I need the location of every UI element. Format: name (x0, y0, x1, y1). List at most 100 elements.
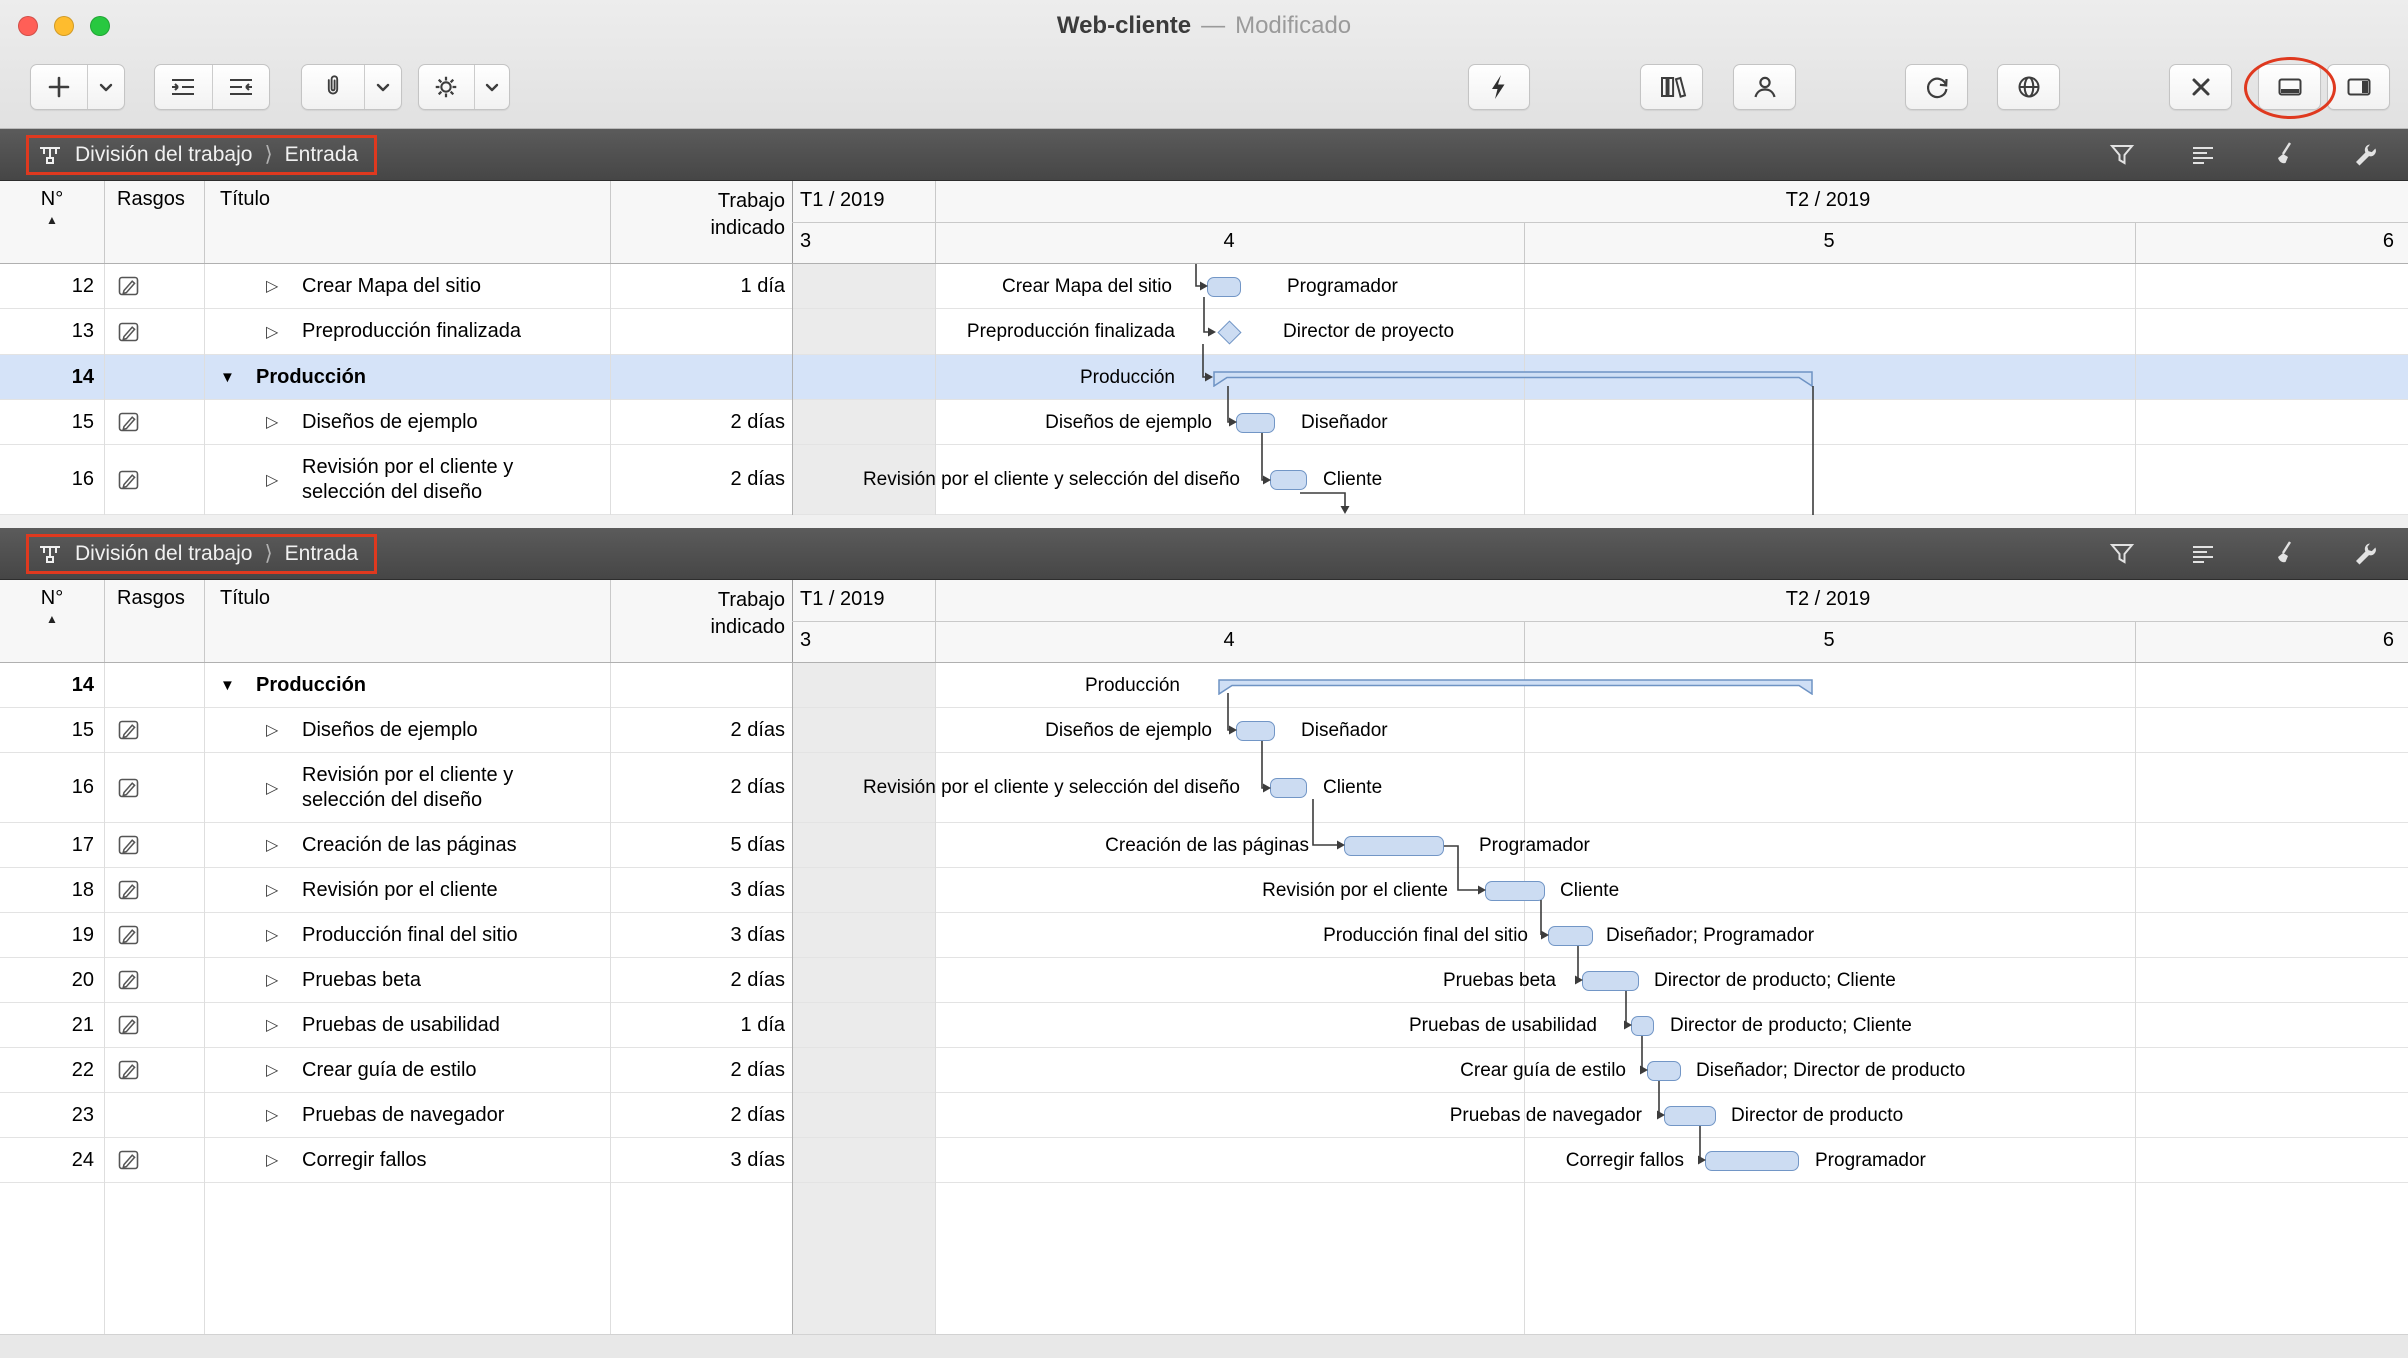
gantt-summary-bar[interactable] (1213, 371, 1813, 387)
row-notes-cell[interactable] (104, 913, 204, 957)
row-title-cell[interactable]: ▼Producción (204, 663, 610, 707)
task-row-23[interactable]: 23▷Pruebas de navegador2 díasPruebas de … (0, 1093, 2408, 1138)
gantt-bar[interactable] (1705, 1151, 1799, 1171)
row-title-cell[interactable]: ▷Revisión por el cliente (204, 868, 610, 912)
task-row-15[interactable]: 15▷Diseños de ejemplo2 díasDiseños de ej… (0, 400, 2408, 445)
row-title-cell[interactable]: ▼Producción (204, 355, 610, 399)
style-brush-button[interactable] (2267, 138, 2301, 172)
outdent-button[interactable] (212, 65, 269, 109)
task-row-15[interactable]: 15▷Diseños de ejemplo2 díasDiseños de ej… (0, 708, 2408, 753)
actions-menu-button[interactable] (474, 65, 509, 109)
gantt-bar[interactable] (1236, 413, 1275, 433)
row-title-cell[interactable]: ▷Corregir fallos (204, 1138, 610, 1182)
gantt-bar[interactable] (1485, 881, 1545, 901)
row-title-cell[interactable]: ▷Revisión por el cliente y selección del… (204, 445, 610, 514)
task-row-20[interactable]: 20▷Pruebas beta2 díasPruebas betaDirecto… (0, 958, 2408, 1003)
disclosure-collapsed-icon[interactable]: ▷ (266, 1105, 302, 1125)
row-notes-cell[interactable] (104, 663, 204, 707)
add-task-menu-button[interactable] (87, 65, 124, 109)
disclosure-collapsed-icon[interactable]: ▷ (266, 322, 302, 342)
row-title-cell[interactable]: ▷Producción final del sitio (204, 913, 610, 957)
column-header-num[interactable]: N° ▲ (0, 580, 104, 662)
breadcrumb-item[interactable]: Entrada (285, 542, 359, 566)
sync-button[interactable] (1905, 64, 1968, 110)
row-notes-cell[interactable] (104, 868, 204, 912)
filter-button[interactable] (2105, 537, 2139, 571)
gantt-bar[interactable] (1236, 721, 1275, 741)
disclosure-collapsed-icon[interactable]: ▷ (266, 778, 302, 798)
view-options-button[interactable] (2258, 64, 2321, 110)
row-notes-cell[interactable] (104, 445, 204, 514)
gantt-summary-bar[interactable] (1218, 679, 1813, 695)
filter-button[interactable] (2105, 138, 2139, 172)
row-title-cell[interactable]: ▷Pruebas de navegador (204, 1093, 610, 1137)
task-row-12[interactable]: 12▷Crear Mapa del sitio1 díaCrear Mapa d… (0, 264, 2408, 309)
row-title-cell[interactable]: ▷Crear guía de estilo (204, 1048, 610, 1092)
gantt-milestone-diamond[interactable] (1217, 320, 1241, 344)
disclosure-collapsed-icon[interactable]: ▷ (266, 470, 302, 490)
row-title-cell[interactable]: ▷Creación de las páginas (204, 823, 610, 867)
library-button[interactable] (1640, 64, 1703, 110)
disclosure-collapsed-icon[interactable]: ▷ (266, 1060, 302, 1080)
gantt-bar[interactable] (1207, 277, 1241, 297)
row-title-cell[interactable]: ▷Diseños de ejemplo (204, 400, 610, 444)
gantt-bar[interactable] (1664, 1106, 1716, 1126)
row-title-cell[interactable]: ▷Diseños de ejemplo (204, 708, 610, 752)
row-title-cell[interactable]: ▷Crear Mapa del sitio (204, 264, 610, 308)
gantt-bar[interactable] (1631, 1016, 1654, 1036)
row-notes-cell[interactable] (104, 400, 204, 444)
task-row-14[interactable]: 14▼ProducciónProducción (0, 663, 2408, 708)
gantt-bar[interactable] (1270, 470, 1307, 490)
disclosure-collapsed-icon[interactable]: ▷ (266, 1015, 302, 1035)
gantt-bar[interactable] (1270, 778, 1307, 798)
task-row-17[interactable]: 17▷Creación de las páginas5 díasCreación… (0, 823, 2408, 868)
disclosure-collapsed-icon[interactable]: ▷ (266, 835, 302, 855)
disclosure-collapsed-icon[interactable]: ▷ (266, 880, 302, 900)
task-row-24[interactable]: 24▷Corregir fallos3 díasCorregir fallosP… (0, 1138, 2408, 1183)
column-header-rasgos[interactable]: Rasgos (104, 580, 204, 662)
attach-menu-button[interactable] (364, 65, 401, 109)
network-button[interactable] (1997, 64, 2060, 110)
attach-button[interactable] (302, 65, 364, 109)
row-notes-cell[interactable] (104, 708, 204, 752)
column-header-trabajo[interactable]: Trabajo indicado (610, 580, 792, 662)
disclosure-collapsed-icon[interactable]: ▷ (266, 412, 302, 432)
outline-options-button[interactable] (2186, 537, 2220, 571)
task-row-22[interactable]: 22▷Crear guía de estilo2 díasCrear guía … (0, 1048, 2408, 1093)
disclosure-expanded-icon[interactable]: ▼ (220, 369, 256, 386)
resources-button[interactable] (1733, 64, 1796, 110)
task-row-14[interactable]: 14▼ProducciónProducción (0, 355, 2408, 400)
column-header-trabajo[interactable]: Trabajo indicado (610, 181, 792, 263)
task-row-16[interactable]: 16▷Revisión por el cliente y selección d… (0, 445, 2408, 515)
disclosure-expanded-icon[interactable]: ▼ (220, 677, 256, 694)
row-notes-cell[interactable] (104, 1093, 204, 1137)
column-header-titulo[interactable]: Título (204, 580, 610, 662)
row-notes-cell[interactable] (104, 753, 204, 822)
disclosure-collapsed-icon[interactable]: ▷ (266, 1150, 302, 1170)
catch-up-button[interactable] (1468, 64, 1530, 110)
indent-button[interactable] (155, 65, 212, 109)
row-notes-cell[interactable] (104, 1003, 204, 1047)
row-title-cell[interactable]: ▷Preproducción finalizada (204, 309, 610, 354)
task-row-16[interactable]: 16▷Revisión por el cliente y selección d… (0, 753, 2408, 823)
row-title-cell[interactable]: ▷Pruebas de usabilidad (204, 1003, 610, 1047)
column-header-titulo[interactable]: Título (204, 181, 610, 263)
actions-button[interactable] (419, 65, 474, 109)
task-row-21[interactable]: 21▷Pruebas de usabilidad1 díaPruebas de … (0, 1003, 2408, 1048)
view-switcher[interactable]: División del trabajo (75, 542, 252, 566)
gantt-bar[interactable] (1548, 926, 1593, 946)
outline-options-button[interactable] (2186, 138, 2220, 172)
horizontal-scrollbar-track[interactable] (0, 1334, 2408, 1358)
column-header-num[interactable]: N° ▲ (0, 181, 104, 263)
disclosure-collapsed-icon[interactable]: ▷ (266, 720, 302, 740)
gantt-bar[interactable] (1582, 971, 1639, 991)
right-sidebar-button[interactable] (2327, 64, 2390, 110)
row-notes-cell[interactable] (104, 309, 204, 354)
column-header-rasgos[interactable]: Rasgos (104, 181, 204, 263)
task-row-19[interactable]: 19▷Producción final del sitio3 díasProdu… (0, 913, 2408, 958)
row-title-cell[interactable]: ▷Revisión por el cliente y selección del… (204, 753, 610, 822)
gantt-bar[interactable] (1344, 836, 1444, 856)
row-notes-cell[interactable] (104, 823, 204, 867)
row-notes-cell[interactable] (104, 264, 204, 308)
add-task-button[interactable] (31, 65, 87, 109)
